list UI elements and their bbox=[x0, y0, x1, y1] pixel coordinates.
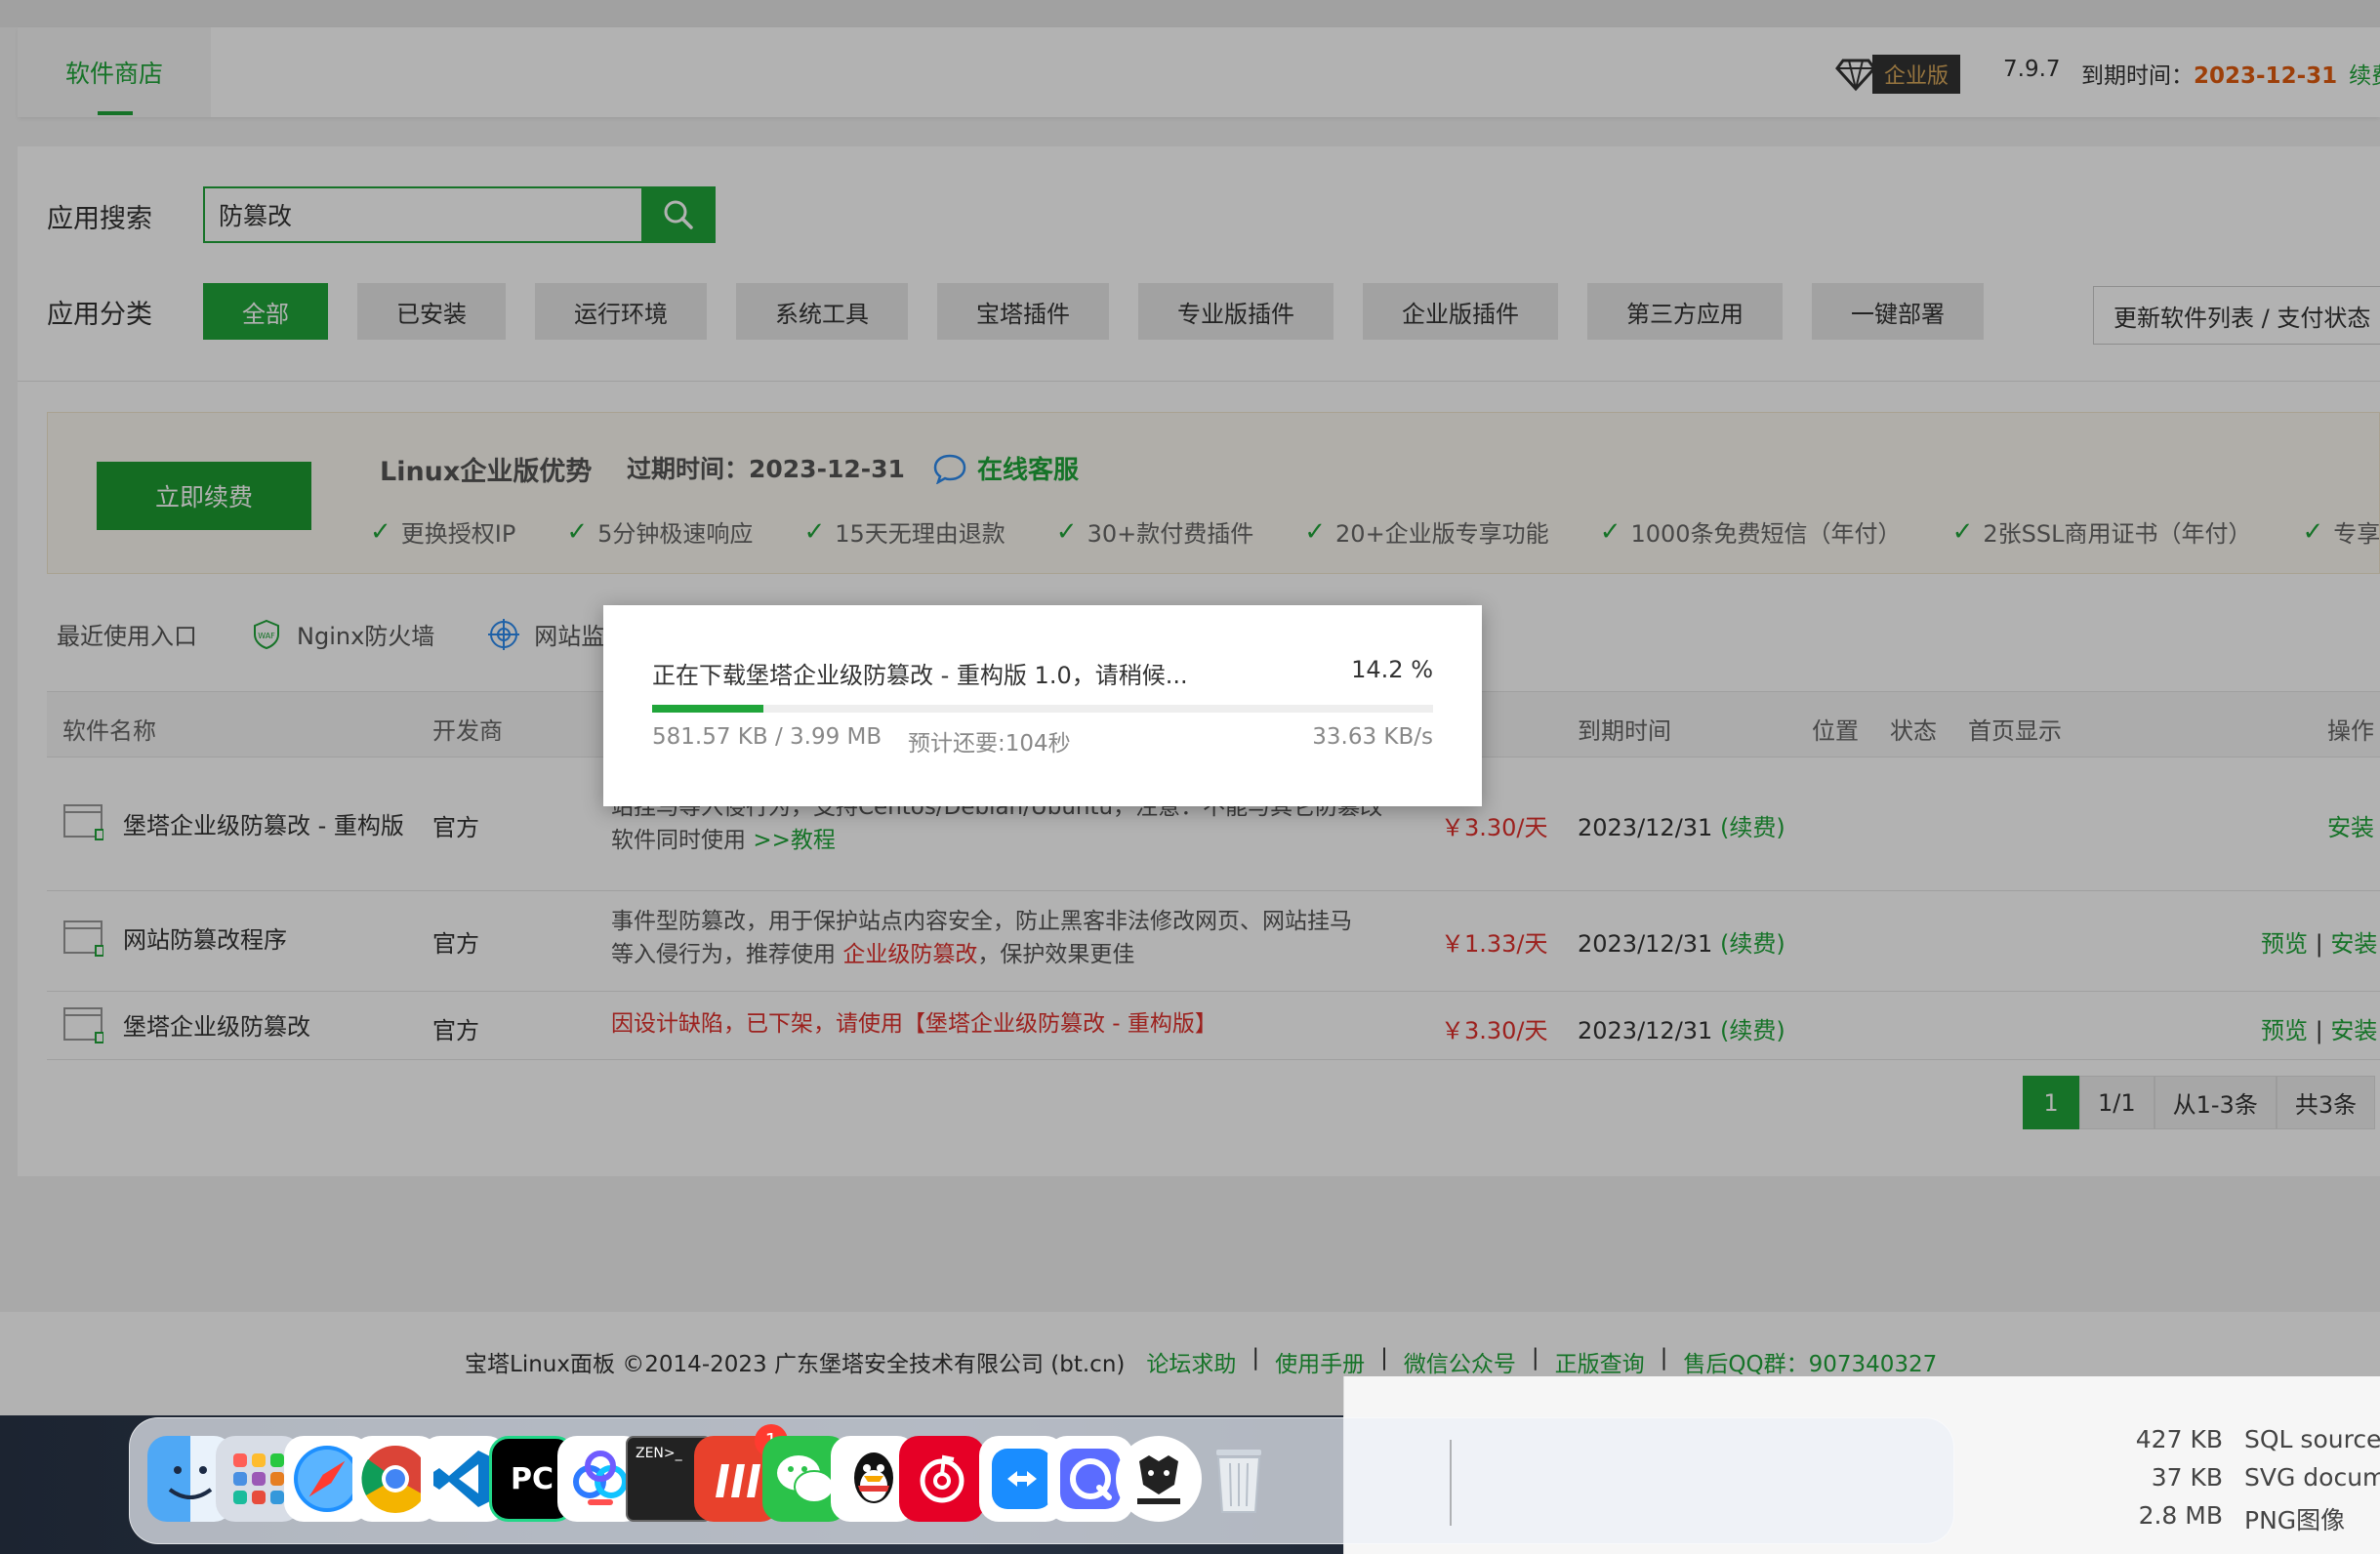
download-title: 正在下载堡塔企业级防篡改 - 重构版 1.0，请稍候... bbox=[652, 662, 1188, 689]
file-row[interactable]: 37 KBSVG document bbox=[2057, 1463, 2380, 1492]
macos-dock: PC ZEN>_ 1 bbox=[129, 1417, 1954, 1544]
trash-icon[interactable] bbox=[1196, 1436, 1282, 1522]
download-speed: 33.63 KB/s bbox=[1312, 724, 1433, 750]
dock-separator bbox=[1450, 1440, 1452, 1526]
download-size: 581.57 KB / 3.99 MB bbox=[652, 724, 882, 750]
tiger-app-icon[interactable] bbox=[1116, 1436, 1202, 1522]
download-percent: 14.2 % bbox=[1351, 656, 1433, 683]
netease-music-icon[interactable] bbox=[899, 1436, 985, 1522]
download-dialog: 正在下载堡塔企业级防篡改 - 重构版 1.0，请稍候... 14.2 % 581… bbox=[603, 605, 1482, 806]
file-row[interactable]: 2.8 MB PNG图像 bbox=[2057, 1501, 2346, 1536]
download-progress-fill bbox=[652, 705, 763, 713]
download-eta: 预计还要:104秒 bbox=[908, 731, 1071, 757]
file-row[interactable]: 427 KBSQL source file bbox=[2057, 1425, 2380, 1453]
download-progress-bar bbox=[652, 705, 1433, 713]
